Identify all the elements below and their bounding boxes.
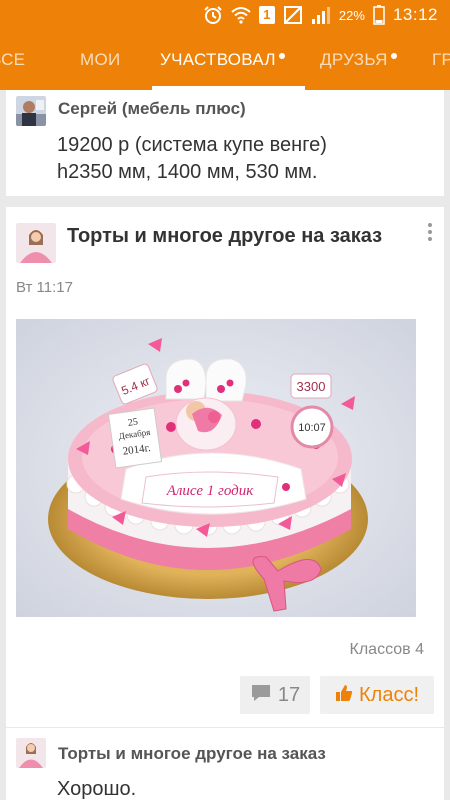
price-tag: 3300 [290,373,332,399]
feed-tabs: ВСЕ МОИ УЧАСТВОВАЛ ДРУЗЬЯ ГР [0,30,450,90]
alarm-icon [203,5,223,25]
comment-icon [250,683,272,708]
tab-participated[interactable]: УЧАСТВОВАЛ [160,30,285,90]
comments-button[interactable]: 17 [240,676,310,714]
tab-mine[interactable]: МОИ [80,30,121,90]
clock: 13:12 [392,5,438,24]
new-indicator-dot [390,53,397,59]
post-timestamp: Вт 11:17 [16,279,73,296]
tab-all[interactable]: ВСЕ [0,30,25,90]
post-photo[interactable]: 3300 5.4 кг 25 Декабря 2014г. 10:07 Алис… [16,319,416,617]
comment-author[interactable]: Торты и многое другое на заказ [58,744,326,764]
comment-text-line: 19200 р (система купе венге) [57,134,327,156]
thumbs-up-icon [335,684,353,707]
feed-card-comment[interactable]: Торты и многое другое на заказ Хорошо. [6,728,444,800]
comment-text: Хорошо. [57,778,137,800]
likes-count[interactable]: Классов 4 [350,641,424,659]
svg-text:3300: 3300 [297,379,326,394]
feed-post-card: Торты и многое другое на заказ Вт 11:17 [6,207,444,727]
tab-label: ВСЕ [0,50,26,69]
avatar[interactable] [16,96,46,126]
comment-text-line: h2350 мм, 1400 мм, 530 мм. [57,161,318,183]
svg-text:10:07: 10:07 [298,422,326,434]
tab-label: УЧАСТВОВАЛ [160,50,276,69]
tab-label: ГР [432,50,450,69]
svg-text:Алисе 1 годик: Алисе 1 годик [166,483,255,499]
more-options-icon[interactable] [428,223,432,244]
battery-icon [373,5,385,25]
calendar-decoration: 25 Декабря 2014г. [107,407,163,469]
status-bar: 1 22% 13:12 [0,0,450,30]
tab-label: МОИ [80,50,121,69]
wifi-icon [231,6,251,24]
tab-label: ДРУЗЬЯ [320,50,388,69]
clock-decoration: 10:07 [290,405,334,449]
sim-icon: 1 [258,6,275,24]
group-avatar[interactable] [16,223,56,263]
comments-count: 17 [277,683,301,706]
battery-percent: 22% [338,7,365,23]
tab-friends[interactable]: ДРУЗЬЯ [320,30,397,90]
status-icons: 1 22% 13:12 [203,4,438,26]
group-avatar[interactable] [16,738,46,768]
post-title[interactable]: Торты и многое другое на заказ [67,223,397,250]
signal-icon [311,5,331,25]
new-indicator-dot [278,53,285,59]
like-button[interactable]: Класс! [320,676,434,714]
no-sim-icon [283,5,303,25]
tab-groups[interactable]: ГР [432,30,450,90]
name-banner: Алисе 1 годик [141,471,279,508]
like-label: Класс! [359,683,419,706]
svg-text:25: 25 [127,417,138,429]
comment-author[interactable]: Сергей (мебель плюс) [58,99,246,119]
feed-card-comment[interactable]: Сергей (мебель плюс) 19200 р (система ку… [6,90,444,196]
